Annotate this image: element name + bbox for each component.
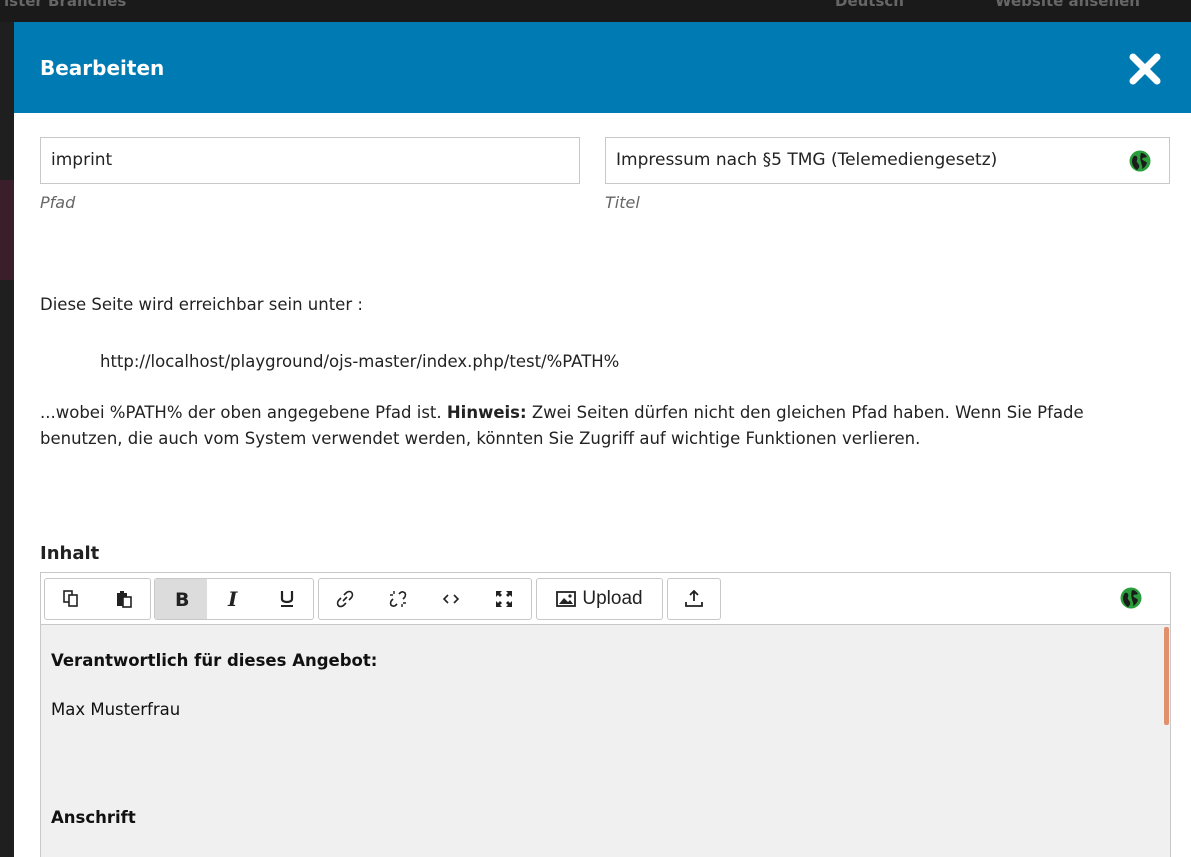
globe-icon[interactable] [1129, 150, 1151, 172]
toolbar-group-clipboard [44, 578, 151, 620]
toolbar-group-file [667, 578, 721, 620]
editor-globe-icon[interactable] [1120, 587, 1142, 609]
editor-scrollbar-thumb[interactable] [1164, 627, 1169, 725]
svg-text:B: B [175, 589, 189, 609]
upload-image-button[interactable]: Upload [537, 579, 662, 619]
content-name: Max Musterfrau [51, 700, 181, 720]
copy-button[interactable] [45, 579, 97, 619]
paste-button[interactable] [97, 579, 150, 619]
editor-content[interactable]: Verantwortlich für dieses Angebot: Max M… [41, 625, 1160, 857]
content-heading-responsible: Verantwortlich für dieses Angebot: [51, 651, 378, 670]
background-sidebar-mark [0, 180, 14, 280]
underline-icon [280, 591, 294, 607]
unlink-icon [389, 591, 407, 607]
reachable-text: Diese Seite wird erreichbar sein unter : [40, 295, 363, 314]
fullscreen-icon [496, 591, 512, 607]
close-button[interactable] [1127, 51, 1163, 87]
path-note-bold: Hinweis: [446, 403, 527, 422]
edit-modal: Bearbeiten imprint Pfad Impressum nach §… [14, 22, 1191, 857]
background-view-site-label: Website ansehen [995, 0, 1140, 10]
underline-button[interactable] [261, 579, 313, 619]
upload-file-icon [685, 590, 703, 607]
link-icon [336, 590, 354, 608]
close-icon [1129, 53, 1161, 85]
path-note-pre: ...wobei %PATH% der oben angegebene Pfad… [40, 403, 442, 422]
background-branch-label: ister Branches [4, 0, 127, 10]
rich-text-editor: B I Upload Verantwortlich für dieses Ang… [40, 572, 1171, 857]
copy-icon [63, 590, 78, 607]
fullscreen-button[interactable] [477, 579, 531, 619]
modal-title: Bearbeiten [40, 56, 165, 80]
upload-file-button[interactable] [668, 579, 720, 619]
unlink-button[interactable] [371, 579, 425, 619]
page-url: http://localhost/playground/ojs-master/i… [100, 352, 620, 371]
svg-text:I: I [227, 589, 238, 609]
italic-button[interactable]: I [207, 579, 261, 619]
bold-icon: B [175, 589, 189, 609]
path-input[interactable]: imprint [40, 137, 580, 184]
title-input-value: Impressum nach §5 TMG (Telemediengesetz) [616, 150, 998, 170]
background-language-label: Deutsch [835, 0, 904, 10]
toolbar-group-format: B I [154, 578, 314, 620]
toolbar-group-upload: Upload [536, 578, 663, 620]
modal-header: Bearbeiten [14, 22, 1191, 113]
content-heading-address: Anschrift [51, 807, 136, 827]
link-button[interactable] [319, 579, 371, 619]
upload-label: Upload [582, 588, 643, 609]
bold-button[interactable]: B [155, 579, 207, 619]
code-icon [442, 594, 460, 604]
image-icon [556, 591, 577, 607]
title-input[interactable]: Impressum nach §5 TMG (Telemediengesetz) [605, 137, 1170, 184]
path-note: ...wobei %PATH% der oben angegebene Pfad… [40, 400, 1170, 453]
content-label: Inhalt [40, 543, 100, 564]
path-label: Pfad [40, 193, 76, 212]
title-label: Titel [605, 193, 640, 212]
path-input-value: imprint [51, 150, 113, 170]
background-topbar: ister Branches Deutsch Website ansehen [0, 0, 1191, 22]
toolbar-group-insert [318, 578, 532, 620]
paste-icon [116, 591, 132, 608]
italic-icon: I [227, 589, 238, 609]
editor-toolbar: B I Upload [41, 573, 1170, 625]
code-button[interactable] [425, 579, 477, 619]
